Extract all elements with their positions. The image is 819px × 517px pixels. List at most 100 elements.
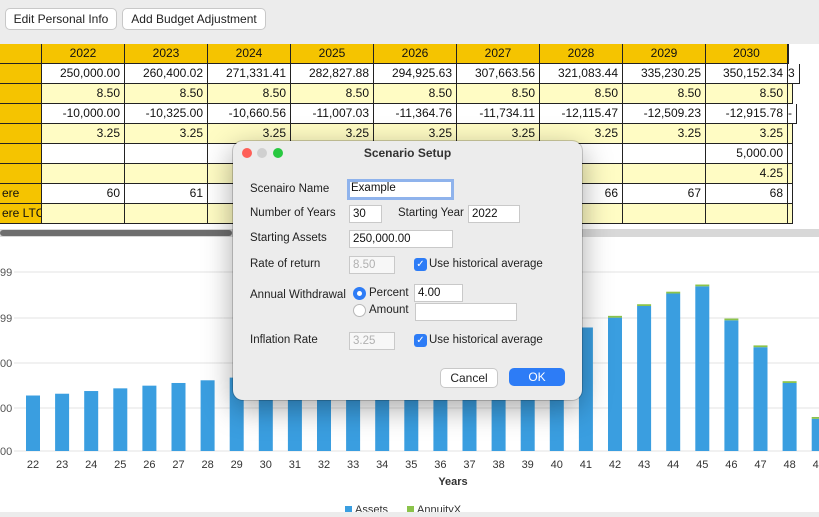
table-cell[interactable] — [706, 204, 788, 224]
table-cell[interactable] — [788, 124, 793, 144]
use-historical-average-return-checkbox[interactable]: ✓ — [414, 258, 427, 271]
table-cell[interactable]: 8.50 — [706, 84, 788, 104]
x-tick-label: 32 — [318, 459, 330, 471]
table-cell[interactable] — [788, 184, 793, 204]
table-cell[interactable]: 5,000.00 — [706, 144, 788, 164]
table-cell[interactable]: -10,325.00 — [125, 104, 208, 124]
table-cell[interactable] — [125, 204, 208, 224]
edit-personal-info-button[interactable]: Edit Personal Info — [5, 8, 117, 30]
table-cell[interactable]: 8.50 — [540, 84, 623, 104]
table-cell[interactable]: 260,400.02 — [125, 64, 208, 84]
table-cell[interactable]: 307,663.56 — [457, 64, 540, 84]
table-cell[interactable]: 335,230.25 — [623, 64, 706, 84]
starting-year-label: Starting Year — [398, 207, 464, 219]
table-cell[interactable]: 3.25 — [623, 124, 706, 144]
year-header: 2029 — [623, 44, 706, 64]
ok-button[interactable]: OK — [509, 368, 565, 386]
table-cell[interactable]: -11,364.76 — [374, 104, 457, 124]
cancel-button[interactable]: Cancel — [440, 368, 498, 388]
starting-assets-label: Starting Assets — [250, 232, 327, 244]
table-cell[interactable]: 321,083.44 — [540, 64, 623, 84]
x-tick-label: 45 — [696, 459, 708, 471]
x-tick-label: 27 — [172, 459, 184, 471]
table-cell[interactable]: 350,152.34 — [706, 64, 788, 84]
bar-annuity — [666, 291, 681, 294]
add-budget-adjustment-button[interactable]: Add Budget Adjustment — [122, 8, 266, 30]
table-cell[interactable]: 3.25 — [706, 124, 788, 144]
table-cell[interactable] — [788, 144, 793, 164]
amount-radio[interactable] — [353, 304, 366, 317]
table-cell[interactable]: 8.50 — [125, 84, 208, 104]
table-cell[interactable]: -10,660.56 — [208, 104, 291, 124]
percent-radio[interactable] — [353, 287, 366, 300]
table-cell[interactable]: -12,509.23 — [623, 104, 706, 124]
x-tick-label: 31 — [289, 459, 301, 471]
table-cell[interactable]: 271,331.41 — [208, 64, 291, 84]
row-label — [0, 164, 42, 184]
amount-input[interactable] — [415, 303, 517, 321]
table-cell[interactable]: 3 — [788, 64, 800, 84]
legend-label: Assets — [355, 504, 389, 512]
table-cell[interactable]: 3.25 — [125, 124, 208, 144]
bar-annuity — [724, 318, 739, 321]
bar-assets — [84, 391, 99, 451]
table-cell[interactable]: - — [788, 104, 797, 124]
x-tick-label: 34 — [376, 459, 388, 471]
y-tick-label: 00 — [0, 403, 12, 415]
table-cell[interactable] — [788, 164, 793, 184]
table-cell[interactable]: -11,007.03 — [291, 104, 374, 124]
table-cell[interactable] — [125, 144, 208, 164]
table-cell[interactable]: 282,827.88 — [291, 64, 374, 84]
table-cell[interactable] — [623, 204, 706, 224]
table-cell[interactable]: 8.50 — [208, 84, 291, 104]
starting-year-input[interactable]: 2022 — [468, 205, 520, 223]
table-cell[interactable] — [788, 204, 793, 224]
table-cell[interactable]: 8.50 — [457, 84, 540, 104]
inflation-rate-input[interactable]: 3.25 — [349, 332, 395, 350]
table-cell[interactable] — [42, 164, 125, 184]
rate-of-return-input[interactable]: 8.50 — [349, 256, 395, 274]
table-cell[interactable] — [623, 144, 706, 164]
table-cell[interactable]: 68 — [706, 184, 788, 204]
table-cell[interactable]: 60 — [42, 184, 125, 204]
table-cell[interactable]: -10,000.00 — [42, 104, 125, 124]
y-tick-label: 00 — [0, 358, 12, 370]
row-label — [0, 144, 42, 164]
table-cell[interactable]: 4.25 — [706, 164, 788, 184]
year-header — [788, 44, 789, 64]
use-historical-average-inflation-checkbox[interactable]: ✓ — [414, 334, 427, 347]
table-cell[interactable]: 67 — [623, 184, 706, 204]
starting-assets-input[interactable]: 250,000.00 — [349, 230, 453, 248]
table-cell[interactable]: 61 — [125, 184, 208, 204]
table-cell[interactable] — [42, 144, 125, 164]
bar-assets — [637, 306, 652, 451]
row-header-corner — [0, 44, 42, 64]
x-tick-label: 47 — [754, 459, 766, 471]
table-cell[interactable]: -11,734.11 — [457, 104, 540, 124]
number-of-years-input[interactable]: 30 — [349, 205, 382, 223]
x-tick-label: 48 — [783, 459, 795, 471]
table-cell[interactable] — [125, 164, 208, 184]
table-cell[interactable] — [42, 204, 125, 224]
table-cell[interactable]: 8.50 — [42, 84, 125, 104]
table-cell[interactable]: 8.50 — [374, 84, 457, 104]
table-cell[interactable]: 250,000.00 — [42, 64, 125, 84]
use-historical-average-return-label: Use historical average — [429, 258, 543, 270]
table-cell[interactable] — [623, 164, 706, 184]
table-cell[interactable]: -12,115.47 — [540, 104, 623, 124]
bar-annuity — [695, 284, 710, 287]
scrollbar-thumb[interactable] — [0, 230, 232, 236]
table-cell[interactable]: 294,925.63 — [374, 64, 457, 84]
percent-input[interactable]: 4.00 — [414, 284, 463, 302]
scenario-name-input[interactable]: Example — [347, 179, 454, 200]
year-header: 2028 — [540, 44, 623, 64]
table-cell[interactable] — [788, 84, 793, 104]
bar-assets — [26, 395, 40, 451]
table-cell[interactable]: 3.25 — [42, 124, 125, 144]
table-cell[interactable]: 8.50 — [291, 84, 374, 104]
table-cell[interactable]: 8.50 — [623, 84, 706, 104]
scenario-name-label: Scenairo Name — [250, 183, 330, 195]
table-cell[interactable]: -12,915.78 — [706, 104, 788, 124]
bar-assets — [142, 385, 157, 451]
x-tick-label: 23 — [56, 459, 68, 471]
